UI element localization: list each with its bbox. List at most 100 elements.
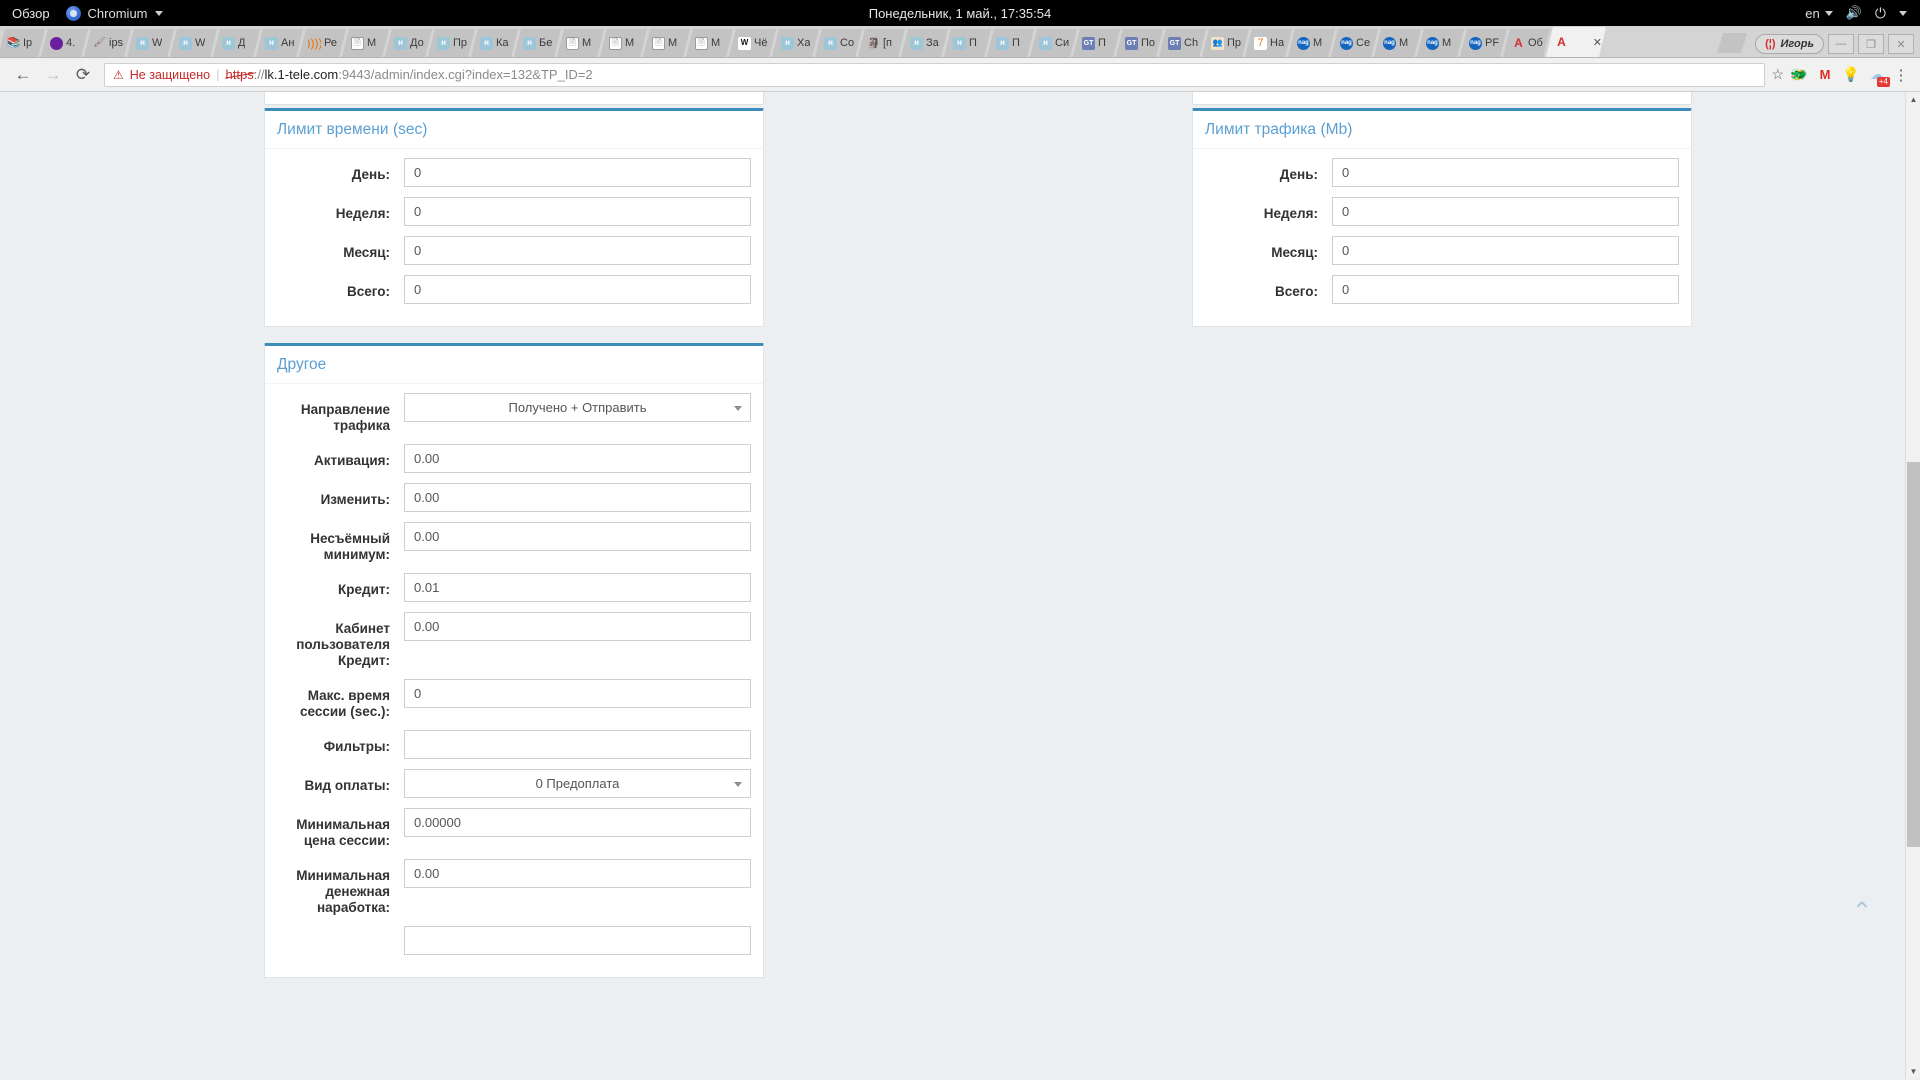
input-change[interactable] <box>404 483 751 512</box>
browser-tab[interactable]: 🗎 М <box>342 29 389 57</box>
input-max-session-time[interactable] <box>404 679 751 708</box>
keyboard-layout-indicator[interactable]: en <box>1805 6 1833 21</box>
scrollbar-thumb[interactable] <box>1907 462 1920 847</box>
browser-tab[interactable]: н Бе <box>514 29 561 57</box>
browser-tab[interactable]: nag М <box>1288 29 1335 57</box>
tab-title: Пр <box>453 37 468 49</box>
tab-title: М <box>711 37 721 49</box>
card-time-limit: Лимит времени (sec) День: Неделя: Месяц: Вс… <box>264 108 764 327</box>
browser-tab[interactable]: н За <box>901 29 948 57</box>
cloud-icon[interactable]: ☁ +4 <box>1864 62 1890 88</box>
field-label: Неделя: <box>1263 206 1318 221</box>
browser-tab[interactable]: нП <box>987 29 1034 57</box>
close-icon[interactable]: ✕ <box>1593 36 1602 49</box>
gnome-icon: 🗿 <box>867 36 880 49</box>
card-traffic-limit-title: Лимит трафика <box>1205 121 1317 138</box>
clock[interactable]: Понедельник, 1 май., 17:35:54 <box>0 6 1920 21</box>
input-next-partial[interactable] <box>404 926 751 955</box>
browser-tab[interactable]: нП <box>944 29 991 57</box>
volume-icon[interactable]: 🔊 <box>1846 5 1862 21</box>
input-day[interactable] <box>404 158 751 187</box>
browser-tab[interactable]: 7 На <box>1245 29 1292 57</box>
chevron-down-icon <box>734 405 742 411</box>
extension-green-icon[interactable]: 🐲 <box>1786 62 1812 88</box>
browser-profile-chip[interactable]: (¦) Игорь <box>1755 34 1824 54</box>
select-traffic-direction[interactable]: Получено + Отправить <box>404 393 751 422</box>
input-total[interactable] <box>404 275 751 304</box>
input-user-cabinet-credit[interactable] <box>404 612 751 641</box>
browser-tab[interactable]: н Со <box>815 29 862 57</box>
browser-tab[interactable]: 🗎 М <box>600 29 647 57</box>
scroll-up-arrow[interactable]: ▲ <box>1906 92 1920 107</box>
browser-tab[interactable]: н Ан <box>256 29 303 57</box>
power-icon[interactable]: ⏻ <box>1875 5 1886 22</box>
url-host: lk.1-tele.com <box>264 67 339 82</box>
input-credit[interactable] <box>404 573 751 602</box>
browser-tab[interactable]: GT Ch <box>1159 29 1206 57</box>
close-window-button[interactable]: ✕ <box>1888 34 1914 54</box>
page-scrollbar[interactable]: ▲ ▼ <box>1905 92 1920 1079</box>
browser-tab[interactable]: 4. <box>41 29 88 57</box>
browser-tab[interactable]: 🗎 М <box>643 29 690 57</box>
hostel-icon: н <box>437 37 450 50</box>
browser-tab[interactable]: н Пр <box>428 29 475 57</box>
chevron-up-icon[interactable]: ⌃ <box>1852 900 1872 924</box>
input-activation[interactable] <box>404 444 751 473</box>
new-tab-button[interactable] <box>1717 33 1747 53</box>
browser-tab[interactable]: 🖌 ips <box>84 29 131 57</box>
input-non-removable-minimum[interactable] <box>404 522 751 551</box>
back-arrow-icon[interactable]: ← <box>8 60 38 90</box>
browser-tab[interactable]: 🗎 М <box>686 29 733 57</box>
browser-tab[interactable]: н Ха <box>772 29 819 57</box>
input-week[interactable] <box>1332 197 1679 226</box>
lightbulb-icon[interactable]: 💡 <box>1838 62 1864 88</box>
input-month[interactable] <box>1332 236 1679 265</box>
browser-tab[interactable]: нW <box>127 29 174 57</box>
browser-tab[interactable]: нД <box>213 29 260 57</box>
chevron-down-icon[interactable] <box>1899 10 1907 16</box>
browser-tab[interactable]: 👥 Пр <box>1202 29 1249 57</box>
tab-title: 4. <box>66 37 76 49</box>
url-text: https://lk.1-tele.com:9443/admin/index.c… <box>226 67 593 82</box>
browser-tab[interactable]: nag PF <box>1460 29 1507 57</box>
input-total[interactable] <box>1332 275 1679 304</box>
input-filters[interactable] <box>404 730 751 759</box>
browser-tab[interactable]: W Чё <box>729 29 776 57</box>
select-payment-type[interactable]: 0 Предоплата <box>404 769 751 798</box>
input-day[interactable] <box>1332 158 1679 187</box>
browser-tab[interactable]: 🗿 [п <box>858 29 905 57</box>
browser-tab[interactable]: nag М <box>1417 29 1464 57</box>
active-app-menu[interactable]: Chromium <box>65 5 163 21</box>
field-label: Минимальная цена сессии: <box>296 817 390 848</box>
input-week[interactable] <box>404 197 751 226</box>
minimize-button[interactable]: — <box>1828 34 1854 54</box>
input-min-money-earning[interactable] <box>404 859 751 888</box>
browser-tab[interactable]: GT П <box>1073 29 1120 57</box>
page-viewport: Лимит времени (sec) День: Неделя: Месяц: Вс… <box>0 92 1920 1079</box>
browser-tab[interactable]: н До <box>385 29 432 57</box>
kebab-menu-icon[interactable]: ⋮ <box>1890 66 1912 84</box>
browser-tab[interactable]: 📚 Ip <box>0 29 45 57</box>
browser-tab[interactable]: нW <box>170 29 217 57</box>
browser-tab[interactable]: 🗎 М <box>557 29 604 57</box>
field-control <box>404 236 751 265</box>
gmail-icon[interactable]: M <box>1812 62 1838 88</box>
forward-arrow-icon[interactable]: → <box>38 60 68 90</box>
reload-icon[interactable]: ⟳ <box>68 60 98 90</box>
browser-tab-active[interactable]: A ✕ <box>1546 27 1606 57</box>
browser-tab[interactable]: nag М <box>1374 29 1421 57</box>
star-icon[interactable]: ☆ <box>1771 66 1784 83</box>
browser-tab[interactable]: н Ка <box>471 29 518 57</box>
scroll-down-arrow[interactable]: ▼ <box>1906 1064 1920 1079</box>
address-bar[interactable]: ⚠ Не защищено | https://lk.1-tele.com:94… <box>104 62 1766 87</box>
browser-tab[interactable]: A Об <box>1503 29 1550 57</box>
cloud-badge: +4 <box>1876 76 1890 87</box>
browser-tab[interactable]: н Си <box>1030 29 1077 57</box>
browser-tab[interactable]: )))) Ре <box>299 29 346 57</box>
input-min-session-price[interactable] <box>404 808 751 837</box>
activities-button[interactable]: Обзор <box>12 6 50 21</box>
input-month[interactable] <box>404 236 751 265</box>
browser-tab[interactable]: nag Се <box>1331 29 1378 57</box>
maximize-button[interactable]: ❐ <box>1858 34 1884 54</box>
browser-tab[interactable]: GT По <box>1116 29 1163 57</box>
